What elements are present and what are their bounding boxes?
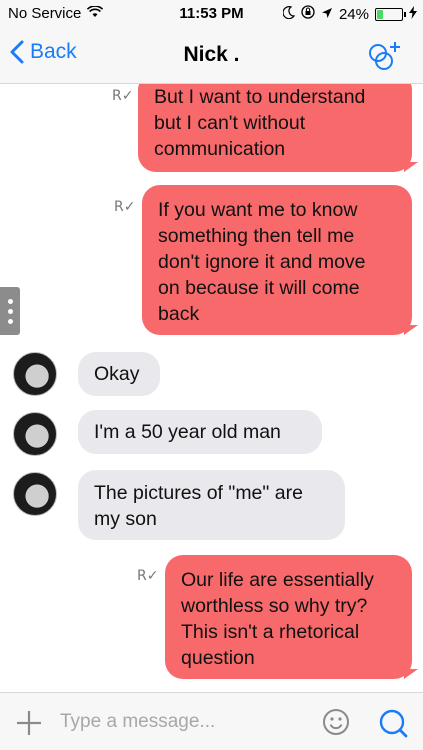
outgoing-message-bubble[interactable]: But I want to understand but I can't wit…	[138, 84, 412, 172]
message-list[interactable]: R✓ But I want to understand but I can't …	[0, 84, 423, 692]
bubble-tail	[404, 162, 418, 172]
bubble-tail	[404, 325, 418, 335]
handle-dot	[7, 318, 13, 324]
read-receipt-icon: R✓	[112, 88, 134, 104]
charging-bolt-icon	[409, 5, 417, 23]
side-drawer-handle[interactable]	[0, 287, 20, 335]
message-text: Okay	[94, 363, 140, 385]
add-group-icon	[369, 42, 400, 70]
message-text: I'm a 50 year old man	[94, 421, 281, 443]
incoming-message-bubble[interactable]: Okay	[78, 352, 160, 396]
incoming-message-bubble[interactable]: I'm a 50 year old man	[78, 410, 322, 454]
handle-dot	[7, 298, 13, 304]
message-text: The pictures of "me" are my son	[94, 482, 303, 530]
navigation-bar: Back Nick .	[0, 28, 423, 84]
handle-dot	[7, 308, 13, 314]
plus-icon	[17, 711, 41, 735]
incoming-message-bubble[interactable]: The pictures of "me" are my son	[78, 470, 345, 540]
contact-avatar[interactable]	[13, 412, 57, 456]
message-text: If you want me to know something then te…	[158, 199, 366, 325]
read-receipt-icon: R✓	[114, 199, 136, 215]
conversation-title: Nick .	[183, 43, 240, 66]
add-participant-button[interactable]	[367, 40, 403, 77]
contact-avatar[interactable]	[13, 352, 57, 396]
search-button[interactable]	[378, 708, 408, 743]
composer-bar	[0, 692, 423, 750]
status-right: 24%	[282, 5, 417, 23]
status-bar: No Service 11:53 PM 24%	[0, 0, 423, 28]
location-arrow-icon	[321, 6, 333, 23]
attach-button[interactable]	[16, 710, 42, 741]
battery-fill	[377, 9, 383, 19]
battery-percent: 24%	[338, 5, 369, 23]
smiley-icon	[323, 709, 349, 735]
message-text: Our life are essentially worthless so wh…	[181, 569, 374, 669]
battery-icon	[375, 7, 406, 21]
emoji-button[interactable]	[322, 708, 350, 741]
outgoing-message-bubble[interactable]: Our life are essentially worthless so wh…	[165, 555, 412, 679]
contact-avatar[interactable]	[13, 472, 57, 516]
message-input[interactable]	[60, 707, 300, 737]
rotation-lock-icon	[301, 5, 315, 23]
message-text: But I want to understand but I can't wit…	[154, 86, 366, 160]
bubble-tail	[404, 669, 418, 679]
moon-icon	[282, 5, 296, 23]
search-icon	[379, 709, 408, 738]
outgoing-message-bubble[interactable]: If you want me to know something then te…	[142, 185, 412, 335]
read-receipt-icon: R✓	[137, 568, 159, 584]
